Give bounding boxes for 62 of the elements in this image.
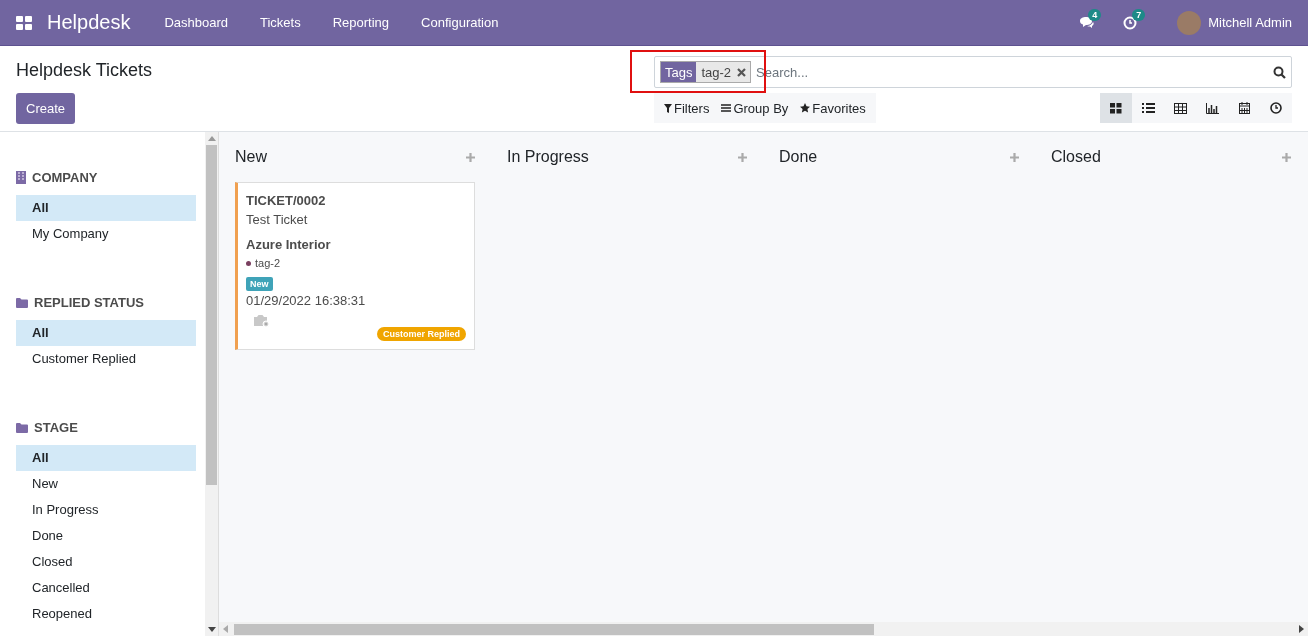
menu-link[interactable]: Dashboard <box>164 15 228 30</box>
filter-item[interactable]: All <box>16 195 196 221</box>
notification-count: 7 <box>1132 8 1146 21</box>
notification-count: 4 <box>1088 8 1102 21</box>
filter-icon <box>664 103 672 113</box>
filter-item[interactable]: Customer Replied <box>16 346 196 372</box>
filter-item[interactable]: My Company <box>16 221 196 247</box>
vertical-scrollbar[interactable] <box>205 132 219 636</box>
list-lines-icon <box>721 104 732 112</box>
kanban-icon <box>1110 102 1122 114</box>
view-button[interactable] <box>1100 93 1132 123</box>
filter-group-title: STAGE <box>34 420 78 435</box>
create-button[interactable]: Create <box>16 93 76 124</box>
filter-item[interactable]: In Progress <box>16 497 196 523</box>
ticket-number: TICKET/0002 <box>246 193 327 208</box>
folder-icon <box>16 422 28 433</box>
apps-grid-icon[interactable] <box>16 15 32 30</box>
menu-link[interactable]: Tickets <box>260 15 301 30</box>
search-option-button[interactable]: Group By <box>715 100 795 116</box>
status-badge: Customer Replied <box>377 327 466 341</box>
table-icon <box>1173 102 1187 114</box>
column-title: Done <box>779 148 818 166</box>
list-icon <box>1141 103 1155 113</box>
filter-item[interactable]: All <box>16 445 196 471</box>
search-option-button[interactable]: Filters <box>658 100 716 116</box>
search-option-button[interactable]: Favorites <box>794 100 872 116</box>
menu-link[interactable]: Reporting <box>332 15 390 30</box>
clock-icon[interactable] <box>1123 15 1138 30</box>
menu-link[interactable]: Configuration <box>421 15 499 30</box>
filter-item[interactable]: Done <box>16 523 196 549</box>
app-name[interactable]: Helpdesk <box>47 11 131 34</box>
column-title: Closed <box>1051 148 1101 166</box>
column-title: In Progress <box>507 148 589 166</box>
search-icon[interactable] <box>1273 65 1286 79</box>
ticket-card[interactable]: TICKET/0002 Test Ticket Azure Interior tag-2 New 01/29/2022 16:38:31 Customer Replied <box>235 182 475 350</box>
column-title: New <box>235 148 267 166</box>
building-icon <box>16 171 26 184</box>
filter-group-title: COMPANY <box>32 170 98 185</box>
horizontal-scrollbar[interactable] <box>219 622 1308 636</box>
folder-icon <box>16 297 28 308</box>
filter-item[interactable]: All <box>16 320 196 346</box>
calendar-icon <box>1238 102 1250 114</box>
remove-icon[interactable] <box>737 67 747 77</box>
filter-item[interactable]: Cancelled <box>16 575 196 601</box>
bar-chart-icon <box>1205 102 1219 114</box>
filter-group-title: REPLIED STATUS <box>34 295 145 310</box>
stage-badge: New <box>246 277 273 291</box>
facet-value: tag-2 <box>700 64 733 80</box>
scroll-down-icon[interactable] <box>207 627 216 632</box>
tag-label: tag-2 <box>255 257 281 269</box>
page-title: Helpdesk Tickets <box>16 60 153 81</box>
ticket-date: 01/29/2022 16:38:31 <box>246 293 367 308</box>
scroll-right-icon[interactable] <box>1299 625 1304 633</box>
filter-item[interactable]: Closed <box>16 549 196 575</box>
facet-label: Tags <box>661 62 697 82</box>
clock-icon <box>1270 102 1282 114</box>
ticket-name: Test Ticket <box>246 212 309 227</box>
filter-item[interactable]: New <box>16 471 196 497</box>
star-icon <box>800 103 811 113</box>
customer-name: Azure Interior <box>246 237 332 252</box>
filter-item[interactable]: Reopened <box>16 601 196 627</box>
user-name[interactable]: Mitchell Admin <box>1208 15 1292 30</box>
